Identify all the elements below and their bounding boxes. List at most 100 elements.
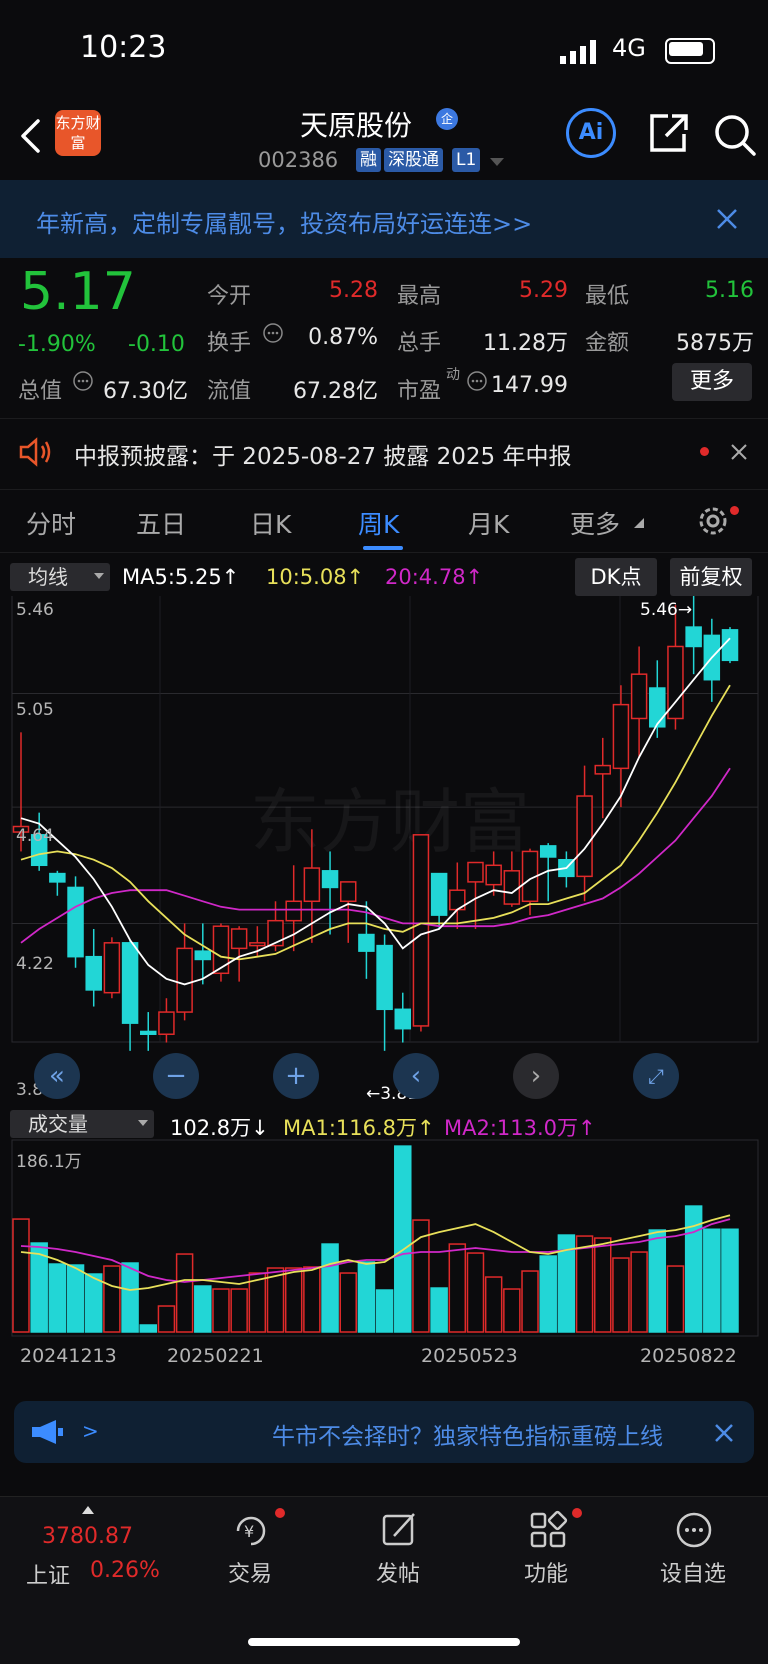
volume-label: 总手 — [397, 331, 442, 356]
volume-bar — [121, 1262, 139, 1333]
megaphone-icon — [32, 1420, 63, 1444]
volume-bar — [339, 1272, 357, 1333]
nav-trade[interactable]: 交易 — [228, 1556, 272, 1588]
mktcap-value: 67.30亿 — [103, 379, 188, 404]
home-indicator — [248, 1638, 520, 1646]
low-label: 最低 — [585, 284, 630, 309]
more-button[interactable]: 更多 — [672, 363, 752, 401]
change-percent: -1.90% — [18, 332, 96, 357]
enterprise-badge: 企 — [436, 108, 458, 130]
info-icon[interactable] — [466, 370, 488, 392]
unread-dot — [700, 447, 709, 456]
index-percent[interactable]: 0.26% — [90, 1558, 160, 1583]
candle — [249, 942, 266, 947]
back-icon[interactable] — [18, 118, 44, 154]
notice-text[interactable]: 中报预披露：于 2025-08-27 披露 2025 年中报 — [74, 437, 571, 471]
candle — [85, 955, 102, 991]
tab-daily-k[interactable]: 日K — [250, 505, 291, 541]
high-annotation: 5.46→ — [640, 600, 693, 620]
signal-icon — [560, 40, 596, 64]
candle — [176, 947, 193, 1013]
nav-functions[interactable]: 功能 — [524, 1556, 568, 1588]
pe-value: 147.99 — [491, 373, 568, 398]
close-icon[interactable] — [716, 208, 738, 230]
stock-name: 天原股份 — [300, 109, 413, 142]
price-axis-label: 4.22 — [16, 954, 54, 974]
tab-intraday[interactable]: 分时 — [26, 505, 76, 541]
prev-icon[interactable]: ‹ — [393, 1053, 439, 1099]
volume-bar — [703, 1228, 721, 1333]
watchlist-icon[interactable] — [674, 1510, 714, 1550]
volume-selector[interactable]: 成交量 — [10, 1110, 154, 1138]
current-price: 5.17 — [20, 262, 136, 322]
next-icon[interactable]: › — [513, 1053, 559, 1099]
volume-bar — [648, 1229, 667, 1333]
unread-dot — [275, 1508, 285, 1518]
nav-post[interactable]: 发帖 — [376, 1556, 420, 1588]
adjust-button[interactable]: 前复权 — [670, 558, 752, 596]
date-label: 20241213 — [20, 1345, 117, 1367]
trade-icon[interactable]: ¥ — [230, 1510, 272, 1552]
status-time: 10:23 — [80, 30, 167, 65]
amount-value: 5875万 — [676, 331, 754, 356]
fullscreen-icon[interactable]: ⤢ — [633, 1053, 679, 1099]
volume-ma2: MA2:113.0万↑ — [444, 1116, 596, 1140]
dk-point-button[interactable]: DK点 — [575, 558, 657, 596]
candle — [194, 950, 212, 961]
level-tag: L1 — [452, 148, 481, 172]
volume-bar — [630, 1251, 648, 1333]
tab-monthly-k[interactable]: 月K — [468, 505, 509, 541]
volume-bar — [321, 1243, 339, 1333]
post-icon[interactable] — [380, 1510, 420, 1550]
candle — [485, 864, 502, 886]
volume-bar — [394, 1145, 412, 1333]
settings-icon[interactable] — [694, 502, 732, 540]
zoom-in-icon[interactable]: + — [273, 1053, 319, 1099]
candle — [539, 845, 557, 858]
volume-bar — [12, 1218, 30, 1333]
volume-bar — [430, 1287, 448, 1333]
dropdown-icon — [138, 1120, 148, 1126]
open-label: 今开 — [207, 284, 252, 309]
info-icon[interactable] — [262, 322, 284, 344]
volume-ma1: MA1:116.8万↑ — [283, 1116, 435, 1140]
date-label: 20250221 — [167, 1345, 264, 1367]
volume-bar — [303, 1266, 321, 1333]
dropdown-icon[interactable] — [490, 158, 504, 168]
volume-bar — [521, 1270, 539, 1333]
volume-bar — [84, 1273, 103, 1333]
pe-superscript: 动 — [446, 367, 460, 383]
close-icon[interactable] — [730, 443, 748, 461]
high-label: 最高 — [397, 284, 442, 309]
functions-icon[interactable] — [528, 1510, 568, 1550]
volume-bar — [284, 1267, 303, 1333]
close-icon[interactable] — [714, 1423, 734, 1443]
tab-five-day[interactable]: 五日 — [136, 505, 186, 541]
info-icon[interactable] — [72, 370, 94, 392]
candle — [649, 687, 666, 728]
candle — [140, 1030, 157, 1035]
search-icon[interactable] — [712, 112, 758, 158]
volume-bar — [539, 1255, 557, 1333]
volume-bar — [575, 1235, 594, 1333]
index-name[interactable]: 上证 — [26, 1558, 70, 1590]
connect-tag: 深股通 — [384, 148, 443, 172]
banner-text[interactable]: 年新高，定制专属靓号，投资布局好运连连>> — [36, 204, 532, 239]
promo-text[interactable]: 牛市不会择时？独家特色指标重磅上线 — [272, 1417, 700, 1451]
fast-back-icon[interactable]: « — [34, 1053, 80, 1099]
share-icon[interactable] — [646, 112, 690, 156]
watermark-logo: 东方财富 — [250, 781, 530, 863]
tab-more[interactable]: 更多 — [570, 505, 620, 541]
zoom-out-icon[interactable]: − — [153, 1053, 199, 1099]
nav-watchlist[interactable]: 设自选 — [660, 1556, 726, 1588]
index-value[interactable]: 3780.87 — [42, 1524, 133, 1549]
tab-weekly-k[interactable]: 周K — [358, 505, 399, 541]
ai-button[interactable]: Ai — [566, 108, 616, 158]
unread-dot — [730, 506, 739, 515]
kline-chart[interactable]: 东方财富 — [0, 596, 768, 1396]
change-amount: -0.10 — [128, 332, 185, 357]
chevron-right-icon: > — [82, 1419, 99, 1443]
volume-bar — [375, 1289, 394, 1333]
candle — [212, 925, 230, 975]
open-value: 5.28 — [329, 278, 378, 303]
